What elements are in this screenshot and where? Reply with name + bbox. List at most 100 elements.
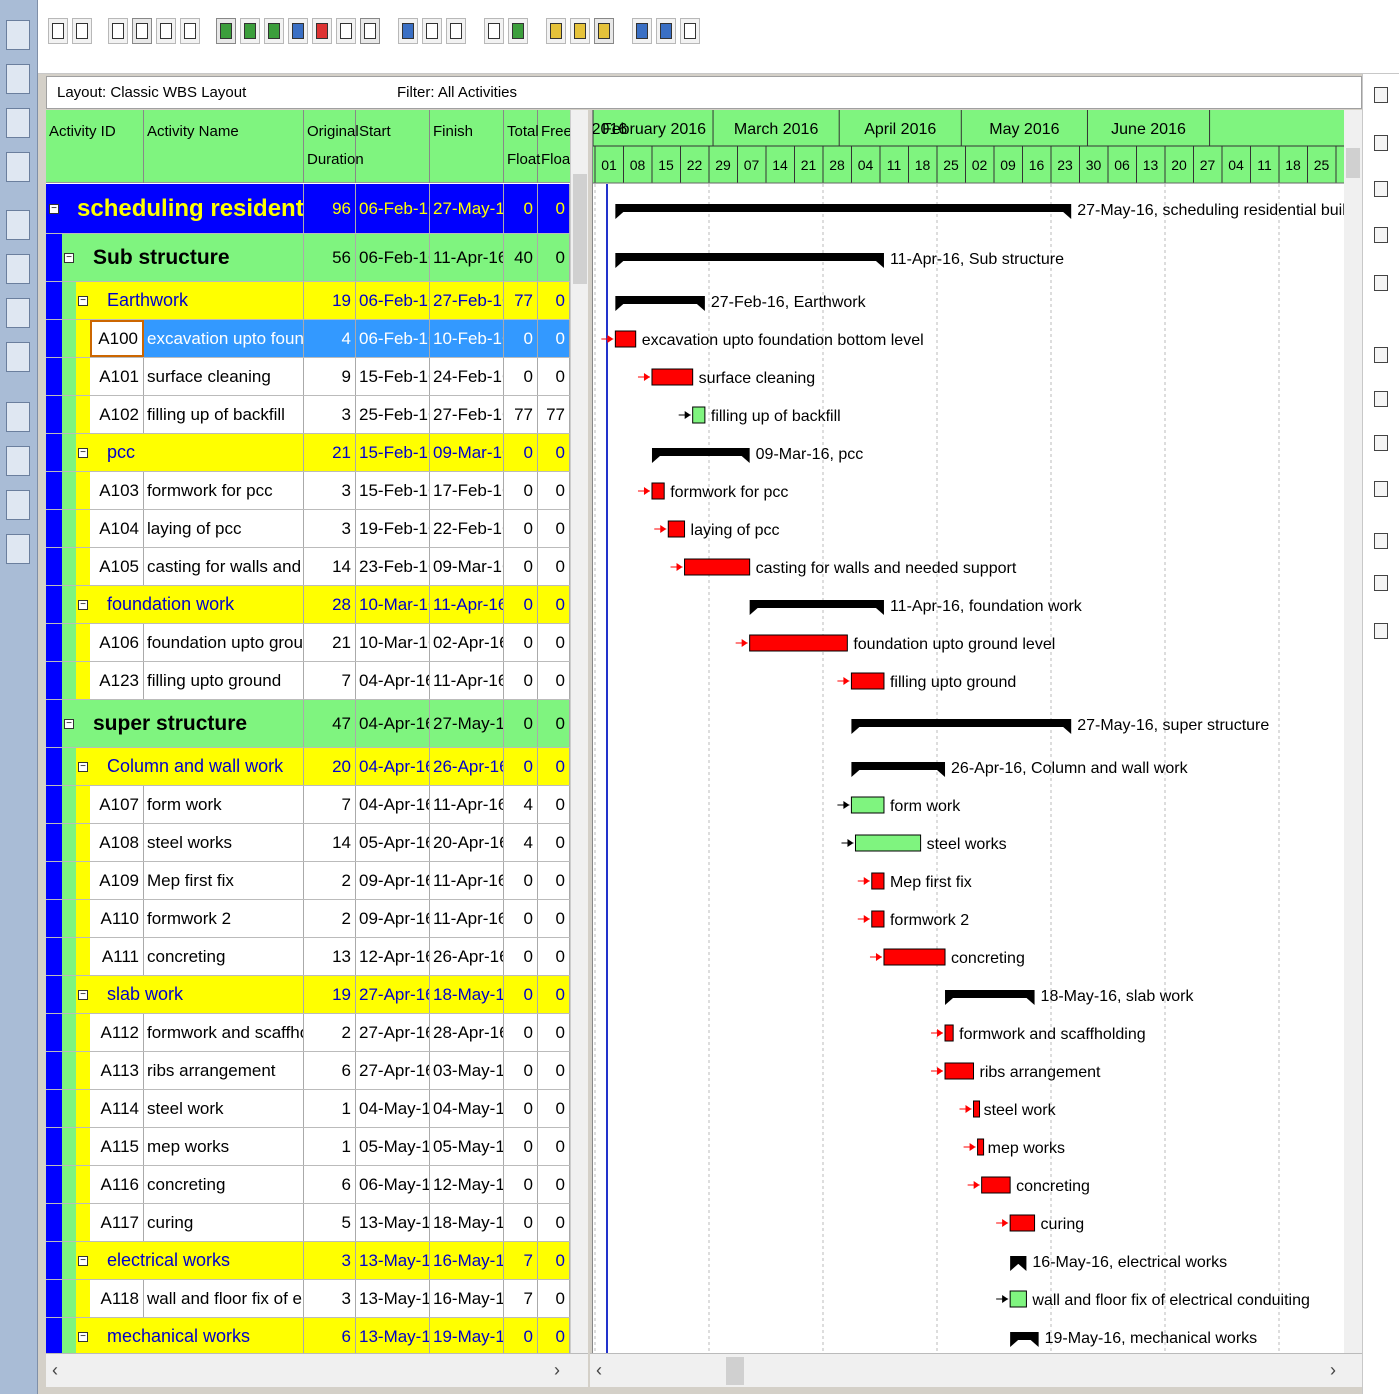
activities-icon[interactable] [6, 254, 30, 284]
duration-cell[interactable]: 6 [304, 1052, 356, 1089]
activity-name[interactable]: filling upto ground [144, 662, 304, 699]
print-preview-button[interactable] [72, 18, 92, 44]
total-float-cell[interactable]: 0 [504, 510, 538, 547]
start-cell[interactable]: 15-Feb-16 [356, 358, 430, 395]
activity-name[interactable]: formwork for pcc [144, 472, 304, 509]
duration-cell[interactable]: 19 [304, 976, 356, 1013]
finish-cell[interactable]: 11-Apr-16 [430, 234, 504, 281]
free-float-cell[interactable]: 0 [538, 700, 570, 747]
collapse-icon[interactable]: − [78, 1256, 88, 1266]
indent-icon[interactable] [1371, 530, 1391, 552]
activity-id[interactable]: A111 [90, 938, 144, 975]
free-float-cell[interactable]: 0 [538, 900, 570, 937]
total-float-cell[interactable]: 0 [504, 976, 538, 1013]
free-float-cell[interactable]: 0 [538, 1052, 570, 1089]
details-button[interactable] [216, 18, 236, 44]
free-float-cell[interactable]: 0 [538, 586, 570, 623]
activity-row[interactable]: A106foundation upto ground level2110-Mar… [46, 624, 570, 662]
assign-code-icon[interactable] [1371, 432, 1391, 454]
activity-id[interactable]: A115 [90, 1128, 144, 1165]
free-float-cell[interactable]: 0 [538, 786, 570, 823]
activity-row[interactable]: A109 Mep first fix 2 09-Apr-16 11-Apr-16 0 0 [46, 862, 570, 900]
free-float-cell[interactable]: 0 [538, 748, 570, 785]
collapse-icon[interactable]: − [64, 719, 74, 729]
free-float-cell[interactable]: 0 [538, 862, 570, 899]
tracking-icon[interactable] [6, 152, 30, 182]
finish-cell[interactable]: 26-Apr-16 [430, 938, 504, 975]
wbs-name[interactable]: Earthwork [104, 282, 304, 319]
start-cell[interactable]: 05-May-16 [356, 1128, 430, 1165]
free-float-cell[interactable]: 0 [538, 234, 570, 281]
start-cell[interactable]: 15-Feb-16 [356, 472, 430, 509]
duration-cell[interactable]: 3 [304, 1280, 356, 1317]
activity-id[interactable]: A105 [90, 548, 144, 585]
start-cell[interactable]: 27-Apr-16 [356, 976, 430, 1013]
activity-row[interactable]: A100excavation upto foundation bo406-Feb… [46, 320, 570, 358]
columns-button[interactable] [422, 18, 442, 44]
finish-cell[interactable]: 11-Apr-16 [430, 862, 504, 899]
duration-cell[interactable]: 7 [304, 786, 356, 823]
free-float-cell[interactable]: 0 [538, 1318, 570, 1353]
collapse-icon[interactable]: − [49, 204, 59, 214]
finish-cell[interactable]: 18-May-16 [430, 976, 504, 1013]
collapse-icon[interactable]: − [78, 296, 88, 306]
total-float-cell[interactable]: 0 [504, 184, 538, 233]
finish-cell[interactable]: 27-Feb-16 [430, 396, 504, 433]
free-float-cell[interactable]: 0 [538, 1128, 570, 1165]
free-float-cell[interactable]: 0 [538, 1204, 570, 1241]
total-float-cell[interactable]: 0 [504, 938, 538, 975]
activity-name[interactable]: concreting [144, 1166, 304, 1203]
start-cell[interactable]: 13-May-16 [356, 1204, 430, 1241]
total-float-cell[interactable]: 0 [504, 1052, 538, 1089]
table-horizontal-scrollbar[interactable]: ‹ › [46, 1353, 588, 1387]
activity-row[interactable]: A101 surface cleaning 9 15-Feb-16 24-Feb-16 0… [46, 358, 570, 396]
activity-id[interactable]: A107 [90, 786, 144, 823]
finish-cell[interactable]: 27-May-16 [430, 184, 504, 233]
start-cell[interactable]: 06-Feb-16 [356, 320, 430, 357]
activity-row[interactable]: A114steel work104-May-1604-May-1600 [46, 1090, 570, 1128]
work-products-icon[interactable] [6, 342, 30, 372]
free-float-cell[interactable]: 0 [538, 472, 570, 509]
activity-row[interactable]: A111 concreting 13 12-Apr-16 26-Apr-16 0 0 [46, 938, 570, 976]
activity-name[interactable]: excavation upto foundation bo [144, 320, 304, 357]
layout-selector[interactable]: Layout: Classic WBS Layout [57, 84, 246, 101]
bars-button[interactable] [446, 18, 466, 44]
start-cell[interactable]: 06-Feb-16 [356, 234, 430, 281]
activity-id[interactable]: A110 [90, 900, 144, 937]
duration-cell[interactable]: 9 [304, 358, 356, 395]
activity-row[interactable]: A123 filling upto ground 7 04-Apr-16 11-Apr-… [46, 662, 570, 700]
col-free-float[interactable]: Free Float [538, 110, 570, 183]
wbs-name[interactable]: super structure [90, 700, 304, 747]
gantt-hscroll-thumb[interactable] [726, 1357, 744, 1385]
free-float-cell[interactable]: 0 [538, 976, 570, 1013]
free-float-cell[interactable]: 0 [538, 1090, 570, 1127]
total-float-cell[interactable]: 0 [504, 1128, 538, 1165]
start-cell[interactable]: 04-Apr-16 [356, 700, 430, 747]
activity-name[interactable]: laying of pcc [144, 510, 304, 547]
table-vertical-scrollbar[interactable] [570, 110, 588, 1353]
total-float-cell[interactable]: 40 [504, 234, 538, 281]
wbs-name[interactable]: slab work [104, 976, 304, 1013]
copy-icon[interactable] [1371, 224, 1391, 246]
activity-id[interactable]: A104 [90, 510, 144, 547]
free-float-cell[interactable]: 77 [538, 396, 570, 433]
next-icon[interactable] [6, 534, 30, 564]
duration-cell[interactable]: 2 [304, 1014, 356, 1051]
finish-cell[interactable]: 11-Apr-16 [430, 900, 504, 937]
total-float-cell[interactable]: 0 [504, 586, 538, 623]
col-original-duration[interactable]: Original Duration [304, 110, 364, 183]
wbs-name[interactable]: mechanical works [104, 1318, 304, 1353]
start-cell[interactable]: 06-Feb-16 [356, 282, 430, 319]
timescale-button[interactable] [508, 18, 528, 44]
duration-cell[interactable]: 14 [304, 548, 356, 585]
activity-row[interactable]: A115mep works105-May-1605-May-1600 [46, 1128, 570, 1166]
progress-button[interactable] [594, 18, 614, 44]
scroll-left-icon[interactable]: ‹ [52, 1360, 58, 1381]
free-float-cell[interactable]: 0 [538, 510, 570, 547]
finish-cell[interactable]: 27-May-16 [430, 700, 504, 747]
free-float-cell[interactable]: 0 [538, 434, 570, 471]
activity-id[interactable]: A106 [90, 624, 144, 661]
finish-cell[interactable]: 11-Apr-16 [430, 586, 504, 623]
wbs-row[interactable]: − electrical works313-May-1616-May-1670 [46, 1242, 570, 1280]
issues-icon[interactable] [6, 402, 30, 432]
